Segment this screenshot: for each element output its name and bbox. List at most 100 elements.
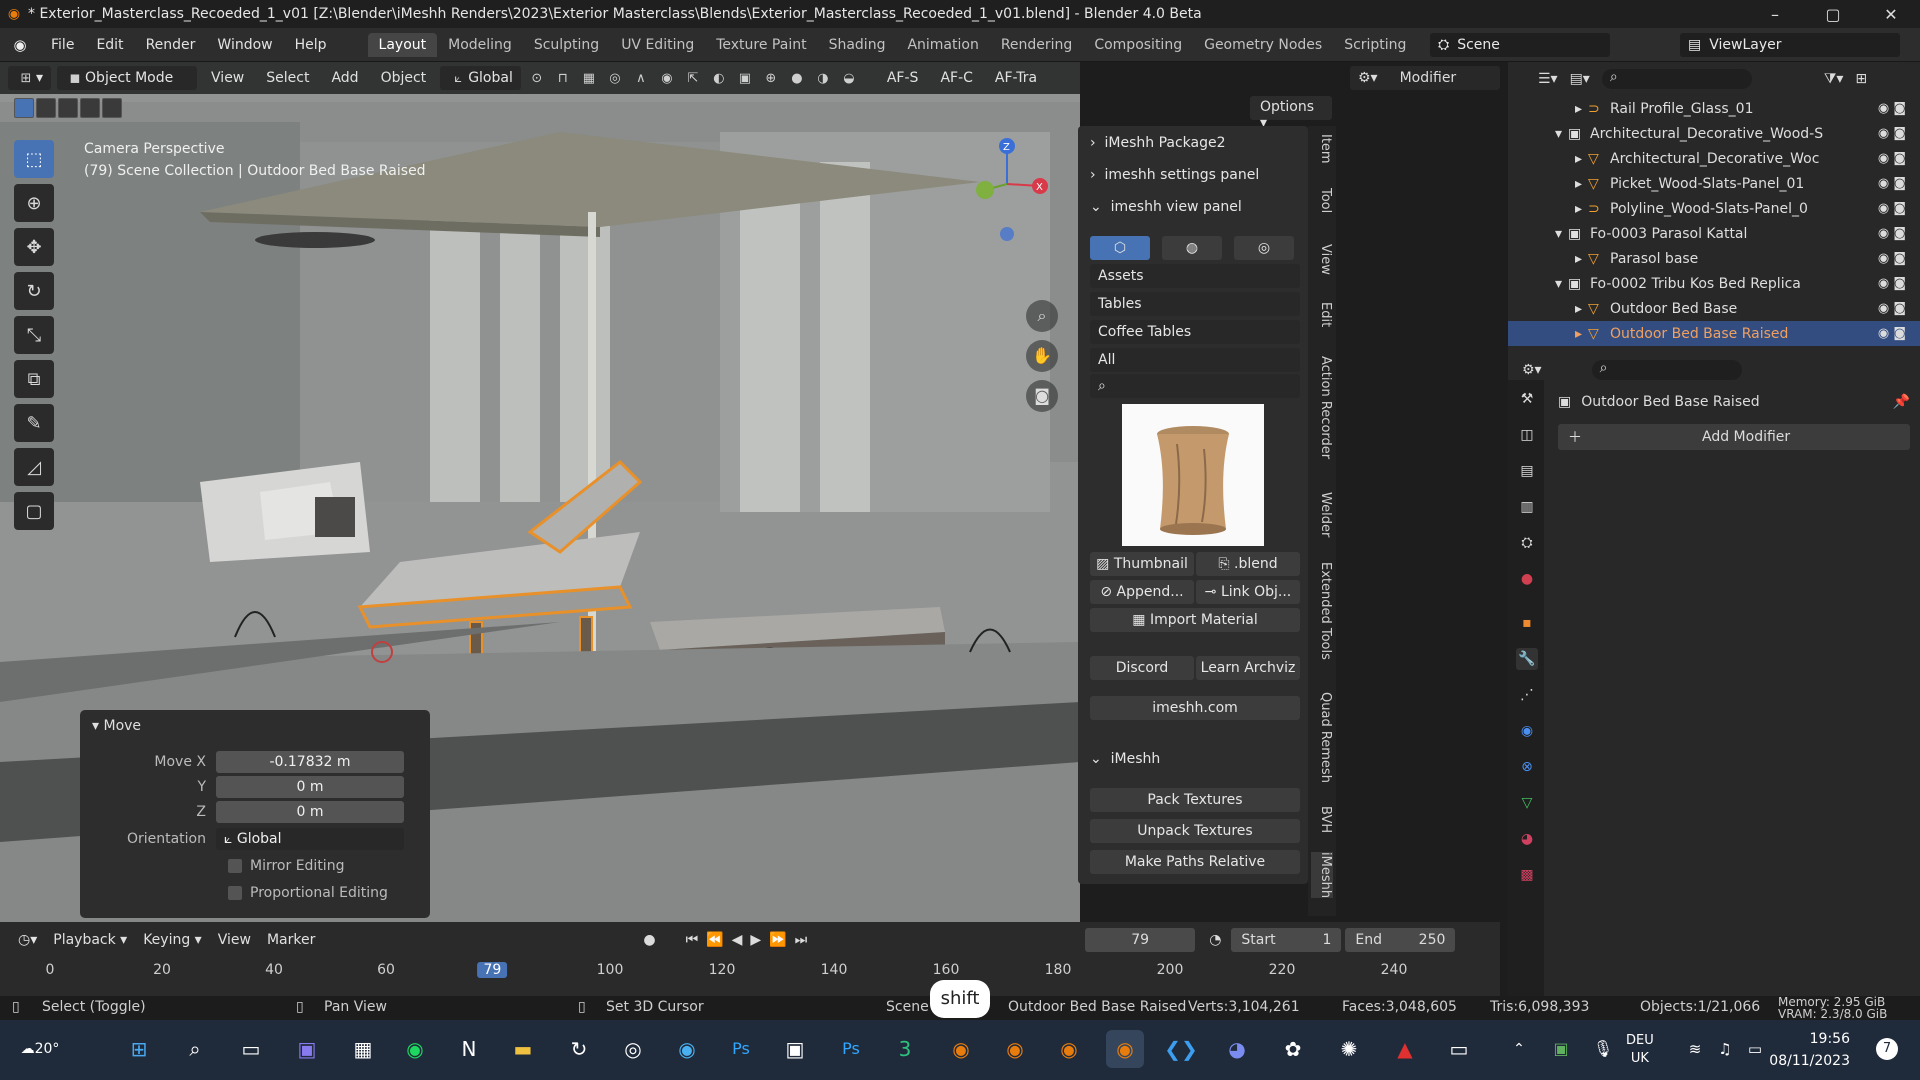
add-cube-tool[interactable]: ▢: [14, 492, 54, 530]
models-tab-icon[interactable]: ⬡: [1090, 236, 1150, 260]
filter-icon[interactable]: ⧩▾: [1824, 71, 1844, 87]
solid-shading-icon[interactable]: ●: [787, 71, 807, 86]
view-layer-props-icon[interactable]: ▥: [1516, 496, 1538, 518]
proportional-editing-checkbox[interactable]: [228, 886, 242, 900]
outliner-row[interactable]: ▸ ⊃ Polyline_Wood-Slats-Panel_0 ◉ ◙: [1508, 196, 1920, 221]
visibility-render-icons[interactable]: ◉ ◙: [1878, 176, 1906, 191]
chrome-dev-icon[interactable]: ◎: [614, 1030, 652, 1068]
notion-icon[interactable]: N: [450, 1030, 488, 1068]
blend-button[interactable]: ⎘ .blend: [1196, 552, 1300, 576]
photoshop-icon[interactable]: Ps: [722, 1030, 760, 1068]
end-frame-field[interactable]: End 250: [1345, 928, 1456, 952]
import-material-button[interactable]: ▦ Import Material: [1090, 608, 1300, 632]
tray-overflow-icon[interactable]: ⌃: [1500, 1030, 1538, 1068]
expand-arrow-icon[interactable]: ▸: [1508, 151, 1588, 167]
task-view-icon[interactable]: ▭: [232, 1030, 270, 1068]
properties-editor-icon[interactable]: ⚙▾: [1522, 362, 1542, 378]
spotify-icon[interactable]: ◉: [396, 1030, 434, 1068]
vscode-icon[interactable]: ❮❯: [1162, 1030, 1200, 1068]
tab-item[interactable]: Item: [1311, 134, 1333, 164]
rendered-shading-icon[interactable]: ◒: [839, 71, 859, 86]
start-frame-field[interactable]: Start 1: [1231, 928, 1342, 952]
pivot-icon[interactable]: ⊙: [527, 71, 547, 86]
xray-icon[interactable]: ▣: [735, 71, 755, 86]
tab-welder[interactable]: Welder: [1311, 492, 1333, 537]
tab-quad-remesh[interactable]: Quad Remesh: [1311, 692, 1333, 783]
move-panel-header[interactable]: ▾ Move: [80, 710, 430, 742]
af-tra-button[interactable]: AF-Tra: [987, 70, 1045, 86]
outliner-row[interactable]: ▸ ▽ Picket_Wood-Slats-Panel_01 ◉ ◙: [1508, 171, 1920, 196]
zoom-icon[interactable]: ⌕: [1026, 300, 1058, 332]
search-icon[interactable]: ⌕: [176, 1030, 214, 1068]
tab-texture-paint[interactable]: Texture Paint: [705, 33, 817, 57]
menu-playback[interactable]: Playback ▾: [45, 932, 135, 948]
notification-badge[interactable]: 7: [1876, 1038, 1898, 1060]
material-shading-icon[interactable]: ◑: [813, 71, 833, 86]
select-new-icon[interactable]: [14, 98, 34, 118]
hdri-tab-icon[interactable]: ◎: [1234, 236, 1294, 260]
menu-keying[interactable]: Keying ▾: [135, 932, 210, 948]
photoshop-2-icon[interactable]: Ps: [832, 1030, 870, 1068]
clock-icon[interactable]: ◔: [1209, 932, 1221, 948]
language-indicator[interactable]: DEU UK: [1626, 1032, 1654, 1068]
viewport-menu-object[interactable]: Object: [373, 70, 435, 86]
link-object-button[interactable]: ⊸ Link Obj...: [1196, 580, 1300, 604]
visibility-render-icons[interactable]: ◉ ◙: [1878, 301, 1906, 316]
assets-dropdown[interactable]: Assets: [1090, 264, 1300, 288]
asset-thumbnail[interactable]: [1122, 404, 1264, 546]
tab-shading[interactable]: Shading: [818, 33, 897, 57]
navigation-gizmo[interactable]: Z X: [955, 134, 1075, 244]
timeline-editor-icon[interactable]: ◷▾: [10, 928, 45, 952]
scene-selector[interactable]: ⛭ Scene: [1430, 33, 1610, 57]
tab-animation[interactable]: Animation: [896, 33, 989, 57]
transform-tool[interactable]: ⧉: [14, 360, 54, 398]
outliner[interactable]: ▸ ⊃ Rail Profile_Glass_01 ◉ ◙ ▾ ▣ Architectura…: [1508, 94, 1920, 356]
visibility-render-icons[interactable]: ◉ ◙: [1878, 151, 1906, 166]
tab-extended-tools[interactable]: Extended Tools: [1311, 562, 1333, 660]
sync-icon[interactable]: ↻: [560, 1030, 598, 1068]
properties-editor-selector[interactable]: ⚙▾ Modifier: [1350, 66, 1500, 90]
constraints-props-icon[interactable]: ⊗: [1516, 756, 1538, 778]
visibility-render-icons[interactable]: ◉ ◙: [1878, 101, 1906, 116]
davinci-icon[interactable]: ✺: [1330, 1030, 1368, 1068]
material-props-icon[interactable]: ◕: [1516, 828, 1538, 850]
tab-modeling[interactable]: Modeling: [437, 33, 523, 57]
tab-compositing[interactable]: Compositing: [1083, 33, 1193, 57]
chrome-icon[interactable]: ◉: [668, 1030, 706, 1068]
visibility-render-icons[interactable]: ◉ ◙: [1878, 326, 1906, 341]
move-z-field[interactable]: 0 m: [216, 801, 404, 823]
menu-marker[interactable]: Marker: [259, 932, 323, 948]
add-modifier-button[interactable]: ＋ Add Modifier: [1558, 424, 1910, 450]
mirror-editing-checkbox[interactable]: [228, 859, 242, 873]
materials-tab-icon[interactable]: ◍: [1162, 236, 1222, 260]
tab-sculpting[interactable]: Sculpting: [523, 33, 610, 57]
data-props-icon[interactable]: ▽: [1516, 792, 1538, 814]
playback-controls[interactable]: ⏮⏪◀▶⏩⏭: [686, 932, 816, 948]
texture-props-icon[interactable]: ▩: [1516, 864, 1538, 886]
expand-arrow-icon[interactable]: ▸: [1508, 326, 1588, 342]
snap-icon[interactable]: ⊓: [553, 71, 573, 86]
discord-button[interactable]: Discord: [1090, 656, 1194, 680]
discord-icon[interactable]: ◕: [1218, 1030, 1256, 1068]
menu-render[interactable]: Render: [135, 37, 207, 53]
blender-active-icon[interactable]: ◉: [1106, 1030, 1144, 1068]
blender-3-icon[interactable]: ◉: [1050, 1030, 1088, 1068]
overlay-icon[interactable]: ◐: [709, 71, 729, 86]
close-button[interactable]: ✕: [1862, 5, 1920, 24]
visibility-render-icons[interactable]: ◉ ◙: [1878, 251, 1906, 266]
select-intersect-icon[interactable]: [102, 98, 122, 118]
tab-imeshh[interactable]: iMeshh: [1311, 852, 1333, 899]
transform-orientation-selector[interactable]: ⟀ Global: [440, 66, 521, 90]
select-box-tool[interactable]: ⬚: [14, 140, 54, 178]
outliner-editor-icon[interactable]: ☰▾: [1538, 71, 1558, 87]
chatgpt-icon[interactable]: ✿: [1274, 1030, 1312, 1068]
outliner-row[interactable]: ▸ ▽ Outdoor Bed Base Raised ◉ ◙: [1508, 321, 1920, 346]
select-subtract-icon[interactable]: [58, 98, 78, 118]
blender-1-icon[interactable]: ◉: [942, 1030, 980, 1068]
tab-view[interactable]: View: [1311, 244, 1333, 275]
expand-arrow-icon[interactable]: ▸: [1508, 251, 1588, 267]
wireframe-shading-icon[interactable]: ⊕: [761, 71, 781, 86]
microphone-icon[interactable]: 🎙: [1584, 1030, 1622, 1068]
blender-menu-icon[interactable]: ◉: [0, 36, 40, 54]
modifier-props-icon[interactable]: 🔧: [1516, 648, 1538, 670]
